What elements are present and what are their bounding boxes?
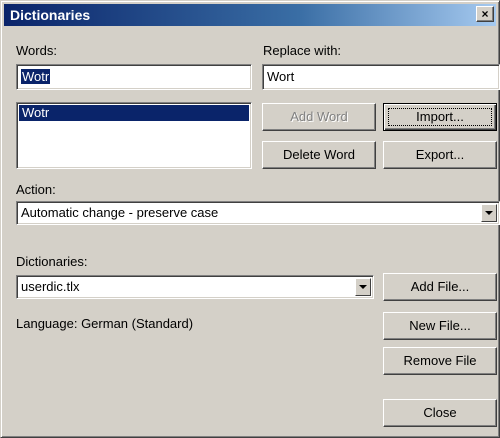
- close-button[interactable]: Close: [383, 399, 497, 427]
- action-select-value: Automatic change - preserve case: [21, 205, 219, 220]
- window-title: Dictionaries: [10, 7, 91, 23]
- chevron-down-icon[interactable]: [481, 204, 497, 222]
- word-list[interactable]: Wotr: [16, 102, 252, 169]
- words-input-value: Wotr: [21, 69, 51, 84]
- focus-rect: [388, 108, 492, 126]
- replace-with-input[interactable]: Wort: [262, 64, 500, 90]
- delete-word-button[interactable]: Delete Word: [262, 141, 376, 169]
- close-icon[interactable]: ×: [476, 6, 494, 22]
- action-label: Action:: [16, 182, 56, 197]
- add-word-button[interactable]: Add Word: [262, 103, 376, 131]
- replace-with-input-value: Wort: [267, 69, 295, 84]
- replace-with-label: Replace with:: [263, 43, 342, 58]
- new-file-button[interactable]: New File...: [383, 312, 497, 340]
- list-item[interactable]: Wotr: [19, 105, 249, 121]
- words-input[interactable]: Wotr: [16, 64, 252, 90]
- dictionaries-dialog: Dictionaries × Words: Wotr Replace with:…: [0, 0, 500, 438]
- import-button[interactable]: Import...: [383, 103, 497, 131]
- action-select[interactable]: Automatic change - preserve case: [16, 201, 500, 225]
- words-label: Words:: [16, 43, 57, 58]
- title-bar[interactable]: Dictionaries ×: [4, 4, 496, 26]
- language-label: Language: German (Standard): [16, 316, 194, 331]
- remove-file-button[interactable]: Remove File: [383, 347, 497, 375]
- add-file-button[interactable]: Add File...: [383, 273, 497, 301]
- dictionaries-select[interactable]: userdic.tlx: [16, 275, 374, 299]
- dictionaries-label: Dictionaries:: [16, 254, 88, 269]
- export-button[interactable]: Export...: [383, 141, 497, 169]
- chevron-down-icon[interactable]: [355, 278, 371, 296]
- dictionaries-select-value: userdic.tlx: [21, 279, 80, 294]
